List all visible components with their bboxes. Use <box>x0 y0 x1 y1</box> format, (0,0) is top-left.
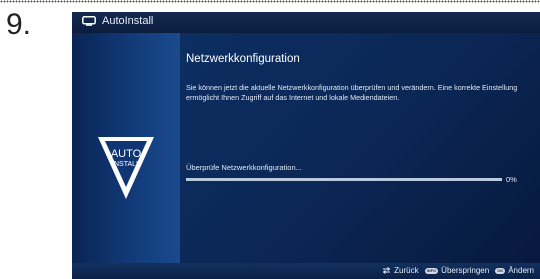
title-bar: AutoInstall <box>72 12 540 33</box>
tv-screen: AutoInstall AUTO INSTALL Netzwerkkonfigu… <box>72 12 540 279</box>
step-number: 9. <box>6 8 32 41</box>
change-hint[interactable]: OK Ändern <box>495 266 534 275</box>
content-panel: Netzwerkkonfiguration Sie können jetzt d… <box>180 33 540 263</box>
back-label: Zurück <box>394 266 419 275</box>
logo-text-install: INSTALL <box>112 161 140 168</box>
skip-label: Überspringen <box>441 266 490 275</box>
back-arrow-icon <box>382 267 391 274</box>
page-title: Netzwerkkonfiguration <box>186 53 300 65</box>
footer-bar: Zurück INFO Überspringen OK Ändern <box>72 263 540 279</box>
progress-bar <box>186 178 502 181</box>
description-text: Sie können jetzt die aktuelle Netzwerkko… <box>186 83 518 102</box>
left-panel: AUTO INSTALL <box>72 33 180 263</box>
dotted-border <box>0 0 540 3</box>
ok-key-icon: OK <box>495 267 506 274</box>
info-key-icon: INFO <box>424 267 439 274</box>
tv-icon <box>82 16 96 26</box>
footer-hints: Zurück INFO Überspringen OK Ändern <box>376 266 534 275</box>
progress-percent: 0% <box>506 175 517 184</box>
status-text: Überprüfe Netzwerkkonfiguration... <box>186 163 302 172</box>
skip-hint[interactable]: INFO Überspringen <box>424 266 490 275</box>
logo-text-auto: AUTO <box>111 148 142 160</box>
back-hint[interactable]: Zurück <box>382 266 419 275</box>
app-title: AutoInstall <box>102 15 154 27</box>
autoinstall-logo: AUTO INSTALL <box>98 137 154 199</box>
change-label: Ändern <box>508 266 534 275</box>
